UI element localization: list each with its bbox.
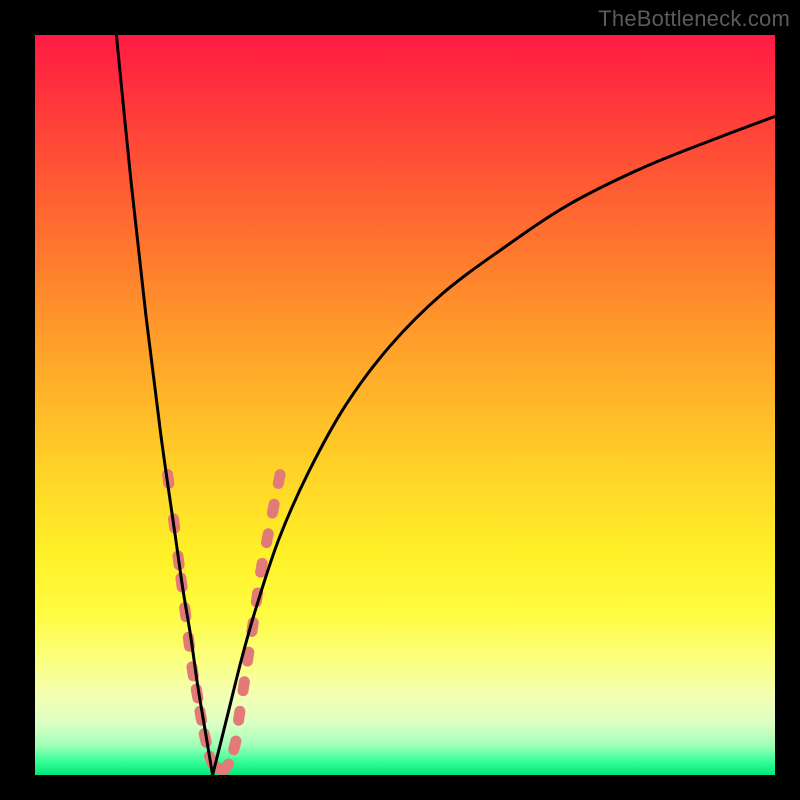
curve-marker [266,498,281,520]
curve-marker [237,675,251,696]
watermark-text: TheBottleneck.com [598,6,790,32]
curve-marker [260,527,275,549]
plot-area [35,35,775,775]
outer-frame: TheBottleneck.com [0,0,800,800]
curve-marker [272,468,287,490]
curve-layer [35,35,775,775]
curve-marker [227,734,243,756]
curve-marker [232,705,246,726]
right-branch-curve [213,116,775,775]
left-branch-curve [116,35,212,775]
